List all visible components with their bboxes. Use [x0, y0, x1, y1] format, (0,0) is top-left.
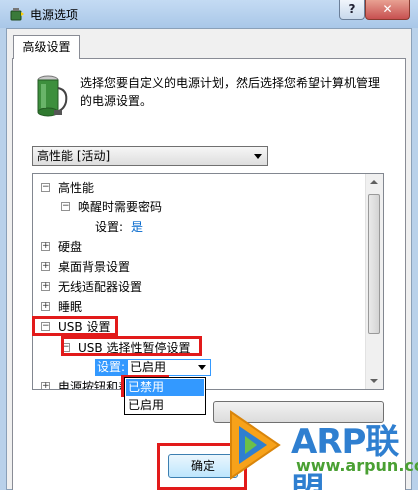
help-button[interactable]: ?	[339, 0, 365, 20]
scroll-down-icon[interactable]	[370, 379, 378, 383]
highlight-usb-settings	[32, 316, 118, 336]
setting-label: 设置:	[95, 220, 124, 234]
expand-icon[interactable]: +	[41, 302, 50, 311]
option-enabled[interactable]: 已启用	[126, 397, 204, 414]
tree-item-label: 睡眠	[58, 300, 83, 314]
usb-suspend-setting-combo[interactable]: 已启用	[127, 359, 211, 376]
setting-value[interactable]: 是	[131, 218, 143, 236]
arp-logo-icon	[230, 410, 281, 480]
tree-item-desktop-background[interactable]: + 桌面背景设置	[41, 258, 341, 276]
tree-item-label: 高性能	[58, 181, 95, 195]
tree-item-hard-disk[interactable]: + 硬盘	[41, 238, 341, 256]
tree-item-label: 电源按钮和盖	[58, 380, 131, 390]
expand-icon[interactable]: +	[41, 282, 50, 291]
power-options-window: 电源选项 ? ✕ 高级设置 选择您要自定义的电源计划，然后选择您希望计算机管理的…	[0, 0, 418, 490]
watermark-brand: ARP联盟	[291, 422, 399, 490]
tree-item-sleep[interactable]: + 睡眠	[41, 298, 341, 316]
watermark-url: www.arpun.com	[296, 456, 418, 475]
window-title: 电源选项	[30, 8, 79, 22]
power-options-icon	[10, 8, 24, 21]
option-disabled[interactable]: 已禁用	[126, 379, 204, 396]
usb-suspend-setting-label: 设置:	[95, 359, 128, 376]
tree-item-label: 唤醒时需要密码	[78, 200, 163, 214]
vertical-scrollbar[interactable]	[365, 174, 383, 389]
chevron-down-icon	[254, 154, 262, 159]
collapse-icon[interactable]: −	[61, 202, 70, 211]
tree-item-label: 桌面背景设置	[58, 260, 131, 274]
expand-icon[interactable]: +	[41, 262, 50, 271]
expand-icon[interactable]: +	[41, 382, 50, 389]
arp-watermark: ARP联盟 www.arpun.com	[218, 400, 418, 490]
tree-item-wireless-adapter[interactable]: + 无线适配器设置	[41, 278, 341, 296]
tree-item-label: 无线适配器设置	[58, 280, 143, 294]
settings-tree[interactable]: − 高性能 − 唤醒时需要密码 设置: 是 + 硬盘 + 桌面背景设置 + 无线…	[32, 173, 384, 390]
scroll-up-icon[interactable]	[370, 180, 378, 184]
power-plan-dropdown[interactable]: 高性能 [活动]	[32, 146, 268, 166]
description-text: 选择您要自定义的电源计划，然后选择您希望计算机管理的电源设置。	[80, 76, 381, 108]
combo-value: 已启用	[130, 360, 167, 374]
expand-icon[interactable]: +	[41, 242, 50, 251]
chevron-down-icon	[198, 365, 206, 370]
collapse-icon[interactable]: −	[41, 183, 50, 192]
scroll-thumb[interactable]	[368, 194, 380, 334]
title-bar: 电源选项 ? ✕	[0, 0, 418, 28]
tree-item-label: 硬盘	[58, 240, 83, 254]
tab-advanced-settings[interactable]: 高级设置	[13, 35, 80, 59]
highlight-usb-selective-suspend	[61, 336, 202, 356]
battery-power-icon	[37, 75, 68, 117]
close-button[interactable]: ✕	[365, 0, 410, 20]
tree-item-wake-password[interactable]: − 唤醒时需要密码	[61, 198, 341, 216]
tree-item-wake-setting[interactable]: 设置: 是	[95, 218, 295, 236]
usb-suspend-options-list[interactable]: 已禁用 已启用	[124, 377, 206, 415]
tree-item-high-performance[interactable]: − 高性能	[41, 179, 341, 197]
power-plan-value: 高性能 [活动]	[37, 149, 111, 163]
